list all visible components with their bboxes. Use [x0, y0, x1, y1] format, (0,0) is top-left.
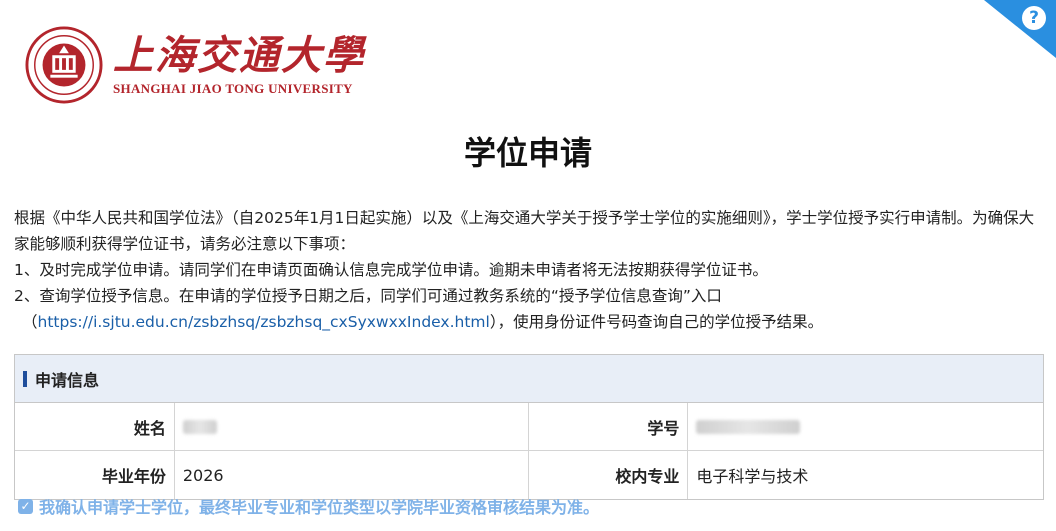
info-row-2: 毕业年份 2026 校内专业 电子科学与技术 [15, 451, 1043, 499]
name-label: 姓名 [15, 403, 175, 450]
logo-english-name: SHANGHAI JIAO TONG UNIVERSITY [113, 81, 353, 96]
major-label: 校内专业 [528, 451, 689, 499]
info-row-1: 姓名 学号 [15, 403, 1043, 451]
check-icon: ✓ [20, 498, 31, 513]
student-id-value [688, 403, 1043, 450]
help-corner[interactable]: ? [984, 0, 1056, 58]
name-redacted [182, 419, 217, 434]
link-open-paren: （ [22, 313, 38, 331]
student-id-label: 学号 [528, 403, 689, 450]
graduation-year-label: 毕业年份 [15, 451, 175, 499]
notice-item-2: 2、查询学位授予信息。在申请的学位授予日期之后，同学们可通过教务系统的“授予学位… [14, 287, 722, 305]
logo-chinese-name: 上海交通大學 [113, 32, 365, 79]
notice-item-2-link-line: （https://i.sjtu.edu.cn/zsbzhsq/zsbzhsq_c… [14, 309, 1044, 335]
university-logo: 上海交通大學 SHANGHAI JIAO TONG UNIVERSITY [25, 25, 365, 105]
info-table-header: 申请信息 [15, 355, 1043, 403]
degree-query-link[interactable]: https://i.sjtu.edu.cn/zsbzhsq/zsbzhsq_cx… [38, 313, 490, 331]
confirm-row[interactable]: ✓ 我确认申请学士学位，最终毕业专业和学位类型以学院毕业资格审核结果为准。 [18, 494, 599, 518]
help-corner-background [984, 0, 1056, 58]
link-after-text: ），使用身份证件号码查询自己的学位授予结果。 [489, 313, 824, 331]
graduation-year-value: 2026 [175, 451, 529, 499]
confirm-checkbox[interactable]: ✓ [18, 498, 33, 514]
degree-application-page: ? 上海交通大學 SHANGHAI JIAO TONG UNIVERSITY 学… [0, 0, 1056, 531]
header-accent-bar [23, 370, 27, 387]
notice-paragraph-1: 根据《中华人民共和国学位法》（自2025年1月1日起实施）以及《上海交通大学关于… [14, 209, 1035, 253]
question-icon[interactable]: ? [1022, 6, 1046, 30]
notice-item-1: 1、及时完成学位申请。请同学们在申请页面确认信息完成学位申请。逾期未申请者将无法… [14, 261, 768, 279]
major-value: 电子科学与技术 [696, 467, 809, 486]
info-header-label: 申请信息 [35, 370, 100, 390]
page-title: 学位申请 [463, 134, 592, 172]
confirm-text[interactable]: 我确认申请学士学位，最终毕业专业和学位类型以学院毕业资格审核结果为准。 [39, 494, 599, 518]
application-info-table: 申请信息 姓名 学号 毕业年份 2026 校内专业 电子科学与技术 [14, 354, 1044, 500]
name-value [175, 403, 529, 450]
student-id-redacted [696, 419, 801, 434]
notice-text: 根据《中华人民共和国学位法》（自2025年1月1日起实施）以及《上海交通大学关于… [14, 205, 1044, 335]
university-seal-icon [25, 26, 103, 104]
